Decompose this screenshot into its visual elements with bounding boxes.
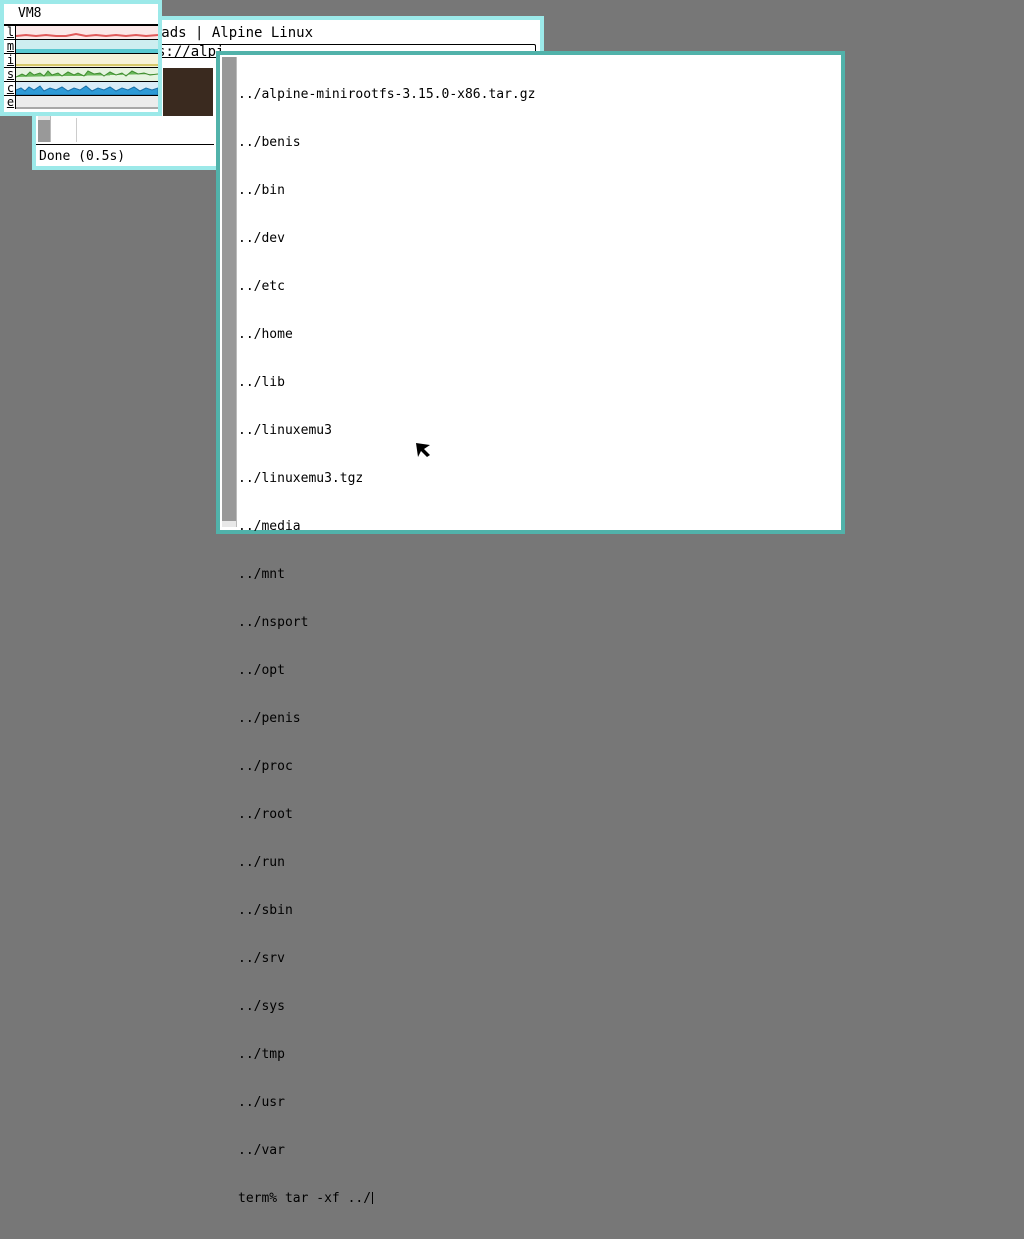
output-line: ../var <box>238 1143 285 1158</box>
browser-scroll-thumb[interactable] <box>38 120 50 142</box>
output-line: ../sys <box>238 999 285 1014</box>
stat-row-m[interactable]: m <box>4 39 158 53</box>
stat-label-e: e <box>6 95 16 109</box>
stat-row-i[interactable]: i <box>4 53 158 67</box>
output-line: ../proc <box>238 759 293 774</box>
terminal-scroll-thumb[interactable] <box>222 57 236 521</box>
output-line: ../etc <box>238 279 285 294</box>
prompt-text: term% tar -xf ../ <box>238 1191 372 1206</box>
output-line: ../run <box>238 855 285 870</box>
stat-row-e[interactable]: e <box>4 95 158 109</box>
status-divider <box>36 144 214 145</box>
output-line: ../media <box>238 519 301 534</box>
output-line: ../root <box>238 807 293 822</box>
page-image <box>163 68 213 116</box>
output-line: ../tmp <box>238 1047 285 1062</box>
stat-label-l: l <box>6 25 16 39</box>
output-line: ../linuxemu3 <box>238 423 332 438</box>
stat-row-c[interactable]: c <box>4 81 158 95</box>
terminal-output[interactable]: ../alpine-minirootfs-3.15.0-x86.tar.gz .… <box>238 55 837 1239</box>
stat-graph-e <box>16 96 158 109</box>
text-caret <box>372 1192 374 1204</box>
stat-label-m: m <box>6 39 16 53</box>
stat-row-l[interactable]: l <box>4 25 158 39</box>
output-line: ../lib <box>238 375 285 390</box>
stat-graph-m <box>16 40 158 53</box>
output-line: ../linuxemu3.tgz <box>238 471 364 486</box>
output-line: ../opt <box>238 663 285 678</box>
output-line: ../sbin <box>238 903 293 918</box>
stat-label-c: c <box>6 81 16 95</box>
output-line: ../alpine-minirootfs-3.15.0-x86.tar.gz <box>238 87 536 102</box>
output-line: ../srv <box>238 951 285 966</box>
terminal-scrollbar[interactable] <box>222 57 237 527</box>
stat-graph-i <box>16 54 158 67</box>
output-line: ../home <box>238 327 293 342</box>
output-line: ../dev <box>238 231 285 246</box>
output-line: ../mnt <box>238 567 285 582</box>
system-name: VM8 <box>18 6 42 21</box>
stat-label-s: s <box>6 67 16 81</box>
browser-title: mloads | Alpine Linux <box>136 25 314 41</box>
terminal-window[interactable]: ../alpine-minirootfs-3.15.0-x86.tar.gz .… <box>216 51 845 1206</box>
stat-graph-s <box>16 68 158 81</box>
stat-row-s[interactable]: s <box>4 67 158 81</box>
output-line: ../usr <box>238 1095 285 1110</box>
content-divider <box>76 118 77 142</box>
stat-graph-l <box>16 26 158 39</box>
browser-status: Done (0.5s) <box>39 149 126 164</box>
stat-label-i: i <box>6 53 16 67</box>
output-line: ../bin <box>238 183 285 198</box>
stats-window[interactable]: VM8 l m i s c e <box>0 0 162 116</box>
arrow-pointer-icon <box>414 441 432 459</box>
output-line: ../nsport <box>238 615 309 630</box>
output-line: ../benis <box>238 135 301 150</box>
stat-graph-c <box>16 82 158 95</box>
output-line: ../penis <box>238 711 301 726</box>
prompt-line[interactable]: term% tar -xf ../ <box>238 1191 837 1207</box>
